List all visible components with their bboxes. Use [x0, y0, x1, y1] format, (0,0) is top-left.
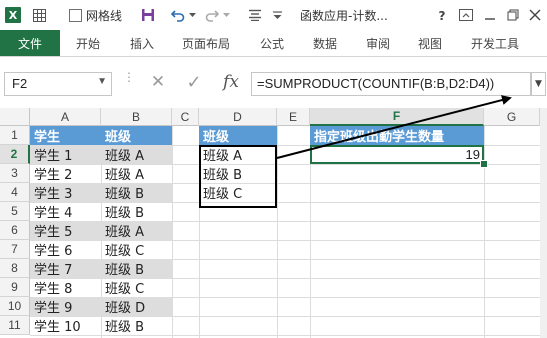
- annotation-arrow: [276, 95, 512, 159]
